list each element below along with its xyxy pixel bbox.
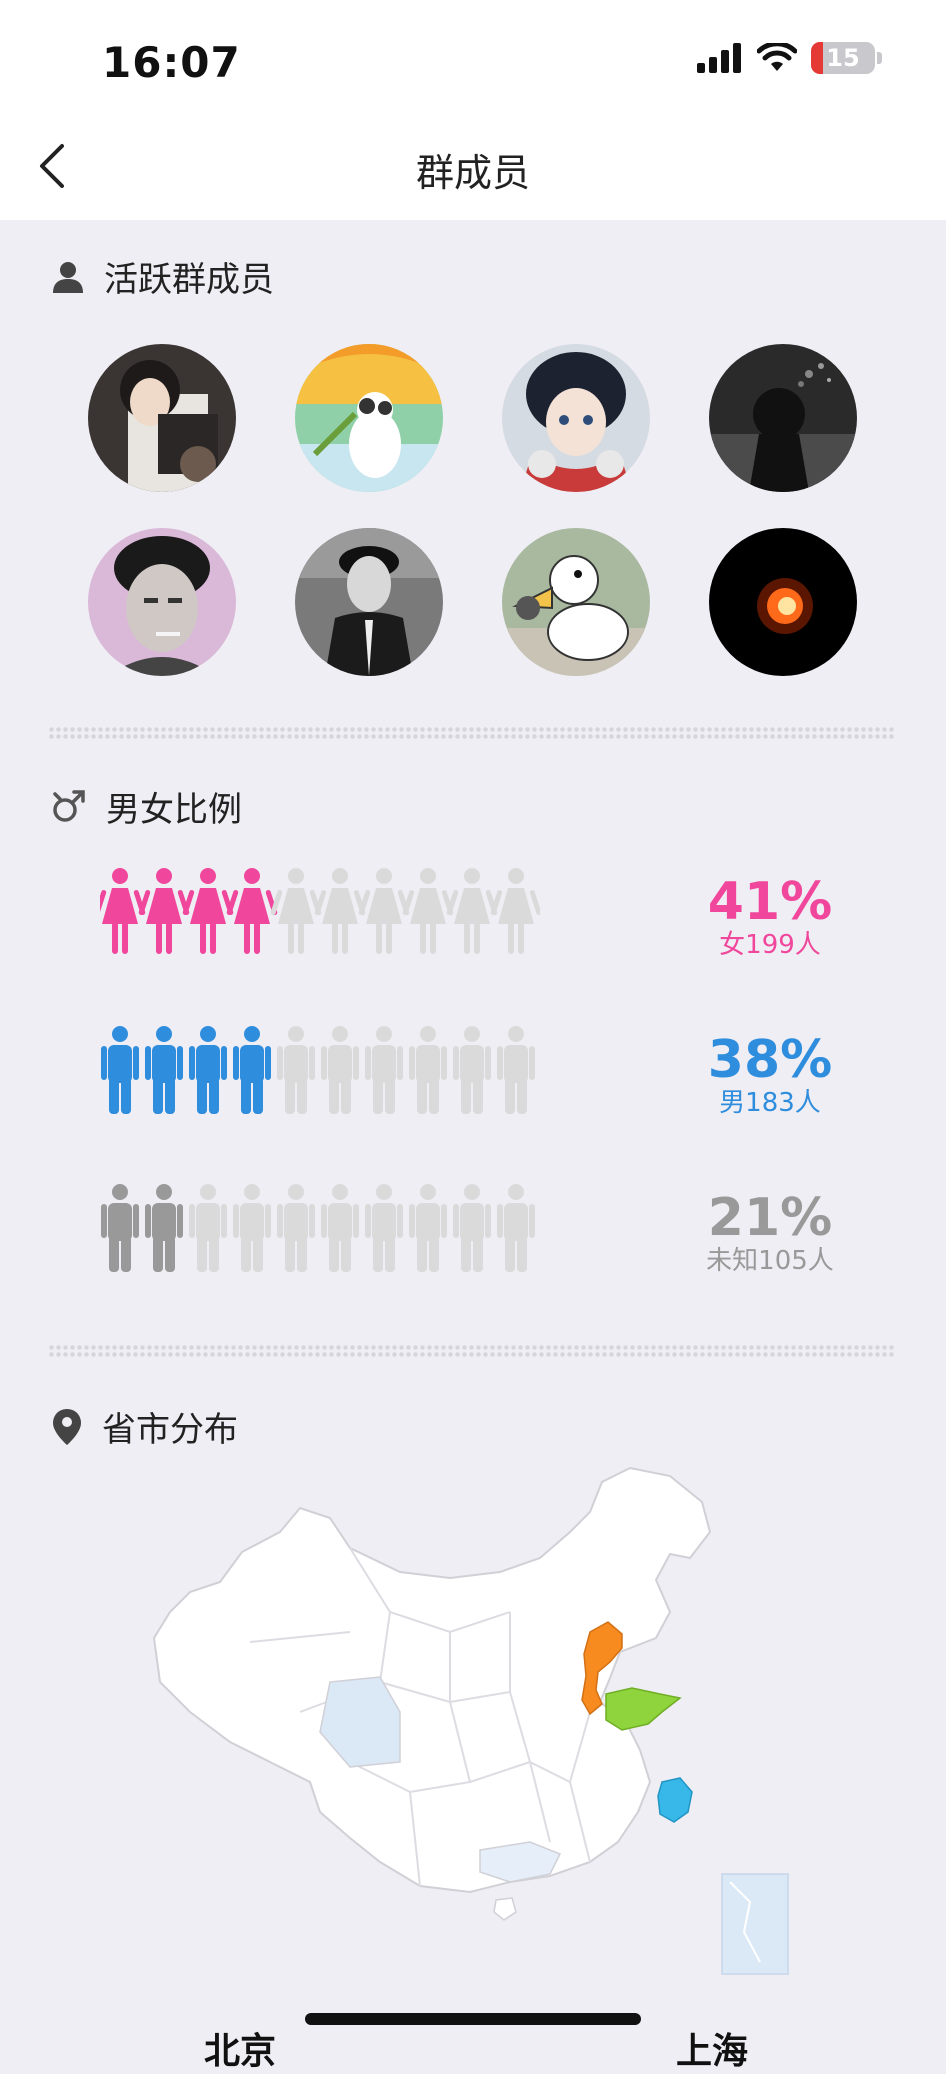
unknown-percent: 21% [707,1188,833,1248]
male-percent: 38% [707,1030,833,1090]
female-stats: 41% 女199人 [680,874,860,960]
location-pin-icon [53,1408,81,1445]
region-hainan [493,1897,517,1921]
region-label-shanghai: 上海 [676,2031,749,2072]
avatar[interactable] [502,344,650,492]
region-zhejiang [657,1777,693,1823]
female-figures [100,868,540,954]
status-time: 16:07 [102,38,241,87]
region-shandong [605,1687,682,1731]
unknown-stats: 21% 未知105人 [680,1190,860,1276]
battery-icon: 15 [811,42,875,74]
avatar[interactable] [88,344,236,492]
avatar[interactable] [709,344,857,492]
gender-ratio-title: 男女比例 [106,790,242,830]
gender-icon [53,789,85,822]
avatar[interactable] [295,344,443,492]
gender-row-female: 41% 女199人 [100,866,860,976]
region-title: 省市分布 [102,1410,238,1450]
south-china-sea-inset [721,1873,789,1975]
page-title: 群成员 [415,151,530,195]
avatar[interactable] [88,528,236,676]
person-icon [53,261,83,293]
china-province-map[interactable] [150,1462,790,1982]
status-icons: 15 [697,42,882,74]
home-indicator [305,2013,641,2025]
region-header: 省市分布 [50,1402,238,1451]
male-figures [101,1026,535,1114]
active-members-header: 活跃群成员 [50,252,274,301]
male-stats: 38% 男183人 [680,1032,860,1118]
nav-bar: 群成员 [0,110,946,220]
cellular-signal-icon [697,43,741,73]
status-bar: 16:07 15 [0,0,946,110]
region-label-beijing: 北京 [204,2031,277,2072]
gender-row-unknown: 21% 未知105人 [100,1182,860,1292]
female-percent: 41% [707,872,833,932]
unknown-figures [101,1184,535,1272]
avatar-grid [88,344,858,676]
unknown-count: 未知105人 [706,1246,834,1276]
battery-level: 15 [826,44,860,72]
active-members-title: 活跃群成员 [104,260,274,300]
avatar[interactable] [709,528,857,676]
gender-ratio-header: 男女比例 [50,782,242,831]
avatar[interactable] [502,528,650,676]
wifi-icon [757,43,797,71]
avatar[interactable] [295,528,443,676]
female-count: 女199人 [719,930,821,960]
china-outline [152,1466,712,1894]
section-divider [48,1344,896,1358]
section-divider [48,726,896,740]
male-count: 男183人 [719,1088,821,1118]
gender-row-male: 38% 男183人 [100,1024,860,1134]
